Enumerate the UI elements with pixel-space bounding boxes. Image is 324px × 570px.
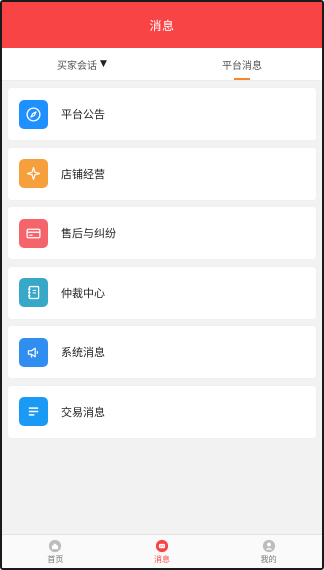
list-item-label: 平台公告 xyxy=(61,108,105,121)
tabbar-profile-label: 我的 xyxy=(260,554,277,564)
active-tab-underline xyxy=(234,78,250,80)
list-item-label: 系统消息 xyxy=(61,346,105,359)
header-bar: 消息 xyxy=(2,2,322,48)
list-item-label: 店铺经营 xyxy=(61,167,105,181)
megaphone-icon xyxy=(19,337,48,367)
list-item-arbitration-center[interactable]: 仲裁中心 xyxy=(8,266,316,319)
caret-down-icon: ▼ xyxy=(100,59,107,69)
list-item-store-operation[interactable]: 店铺经营 xyxy=(8,147,316,200)
sparkle-icon xyxy=(19,159,48,188)
tab-buyer-chat-label: 买家会话 xyxy=(57,60,98,72)
message-icon xyxy=(155,539,169,552)
message-category-list: 平台公告 店铺经营 售后与纠纷 仲裁中心 系统消息 交易消息 xyxy=(8,88,316,445)
tabbar-home-label: 首页 xyxy=(47,554,64,564)
user-icon xyxy=(262,539,275,552)
app-frame: 消息 买家会话 ▼ 平台消息 平台公告 店铺经营 售后与纠纷 仲裁中心 系统消息… xyxy=(0,0,324,570)
tab-platform-messages[interactable]: 平台消息 xyxy=(162,48,322,80)
home-icon xyxy=(49,539,62,552)
tab-buyer-chat[interactable]: 买家会话 ▼ xyxy=(2,48,162,80)
list-item-transaction-messages[interactable]: 交易消息 xyxy=(8,385,316,438)
tabbar-messages[interactable]: 消息 xyxy=(109,535,216,568)
lines-icon xyxy=(19,397,48,426)
tabbar-messages-label: 消息 xyxy=(154,554,170,564)
tab-platform-messages-label: 平台消息 xyxy=(222,60,262,72)
list-item-system-messages[interactable]: 系统消息 xyxy=(8,326,316,378)
list-item-after-sales[interactable]: 售后与纠纷 xyxy=(8,207,316,259)
list-item-platform-announcement[interactable]: 平台公告 xyxy=(8,88,316,140)
card-icon xyxy=(19,218,48,248)
page-title: 消息 xyxy=(149,18,175,33)
compass-icon xyxy=(19,99,48,129)
list-item-label: 仲裁中心 xyxy=(61,286,105,300)
tabbar-home[interactable]: 首页 xyxy=(2,535,109,568)
tab-bar: 买家会话 ▼ 平台消息 xyxy=(2,48,322,81)
list-item-label: 售后与纠纷 xyxy=(61,227,116,240)
list-item-label: 交易消息 xyxy=(61,405,105,419)
document-icon xyxy=(19,278,48,307)
bottom-tab-bar: 首页 消息 我的 xyxy=(2,534,322,568)
tabbar-profile[interactable]: 我的 xyxy=(215,535,322,568)
